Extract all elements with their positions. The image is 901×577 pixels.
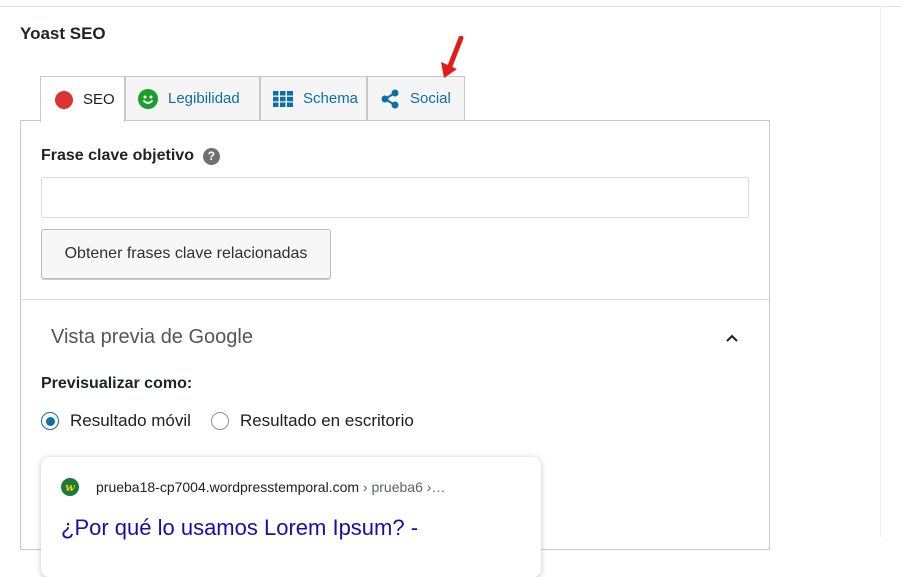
radio-mobile[interactable] bbox=[41, 412, 59, 430]
serp-title: ¿Por qué lo usamos Lorem Ipsum? - bbox=[61, 515, 419, 540]
share-icon bbox=[381, 89, 399, 108]
tab-social-label: Social bbox=[410, 90, 451, 107]
chevron-up-icon[interactable] bbox=[725, 331, 739, 345]
section-divider bbox=[21, 299, 769, 300]
metabox-title: Yoast SEO bbox=[20, 24, 106, 43]
radio-mobile-label[interactable]: Resultado móvil bbox=[70, 411, 191, 431]
tab-social[interactable]: Social bbox=[367, 76, 465, 120]
help-icon[interactable]: ? bbox=[202, 147, 220, 165]
tab-schema-label: Schema bbox=[303, 90, 359, 107]
tab-seo[interactable]: SEO bbox=[40, 76, 125, 122]
tab-legibilidad[interactable]: Legibilidad bbox=[125, 76, 260, 120]
right-divider bbox=[880, 6, 881, 537]
tab-legibilidad-label: Legibilidad bbox=[168, 90, 240, 107]
site-favicon-icon: w bbox=[61, 478, 79, 496]
radio-desktop-label[interactable]: Resultado en escritorio bbox=[240, 411, 414, 431]
serp-preview-card: w prueba18-cp7004.wordpresstemporal.com … bbox=[41, 457, 541, 577]
radio-desktop[interactable] bbox=[210, 412, 229, 430]
top-divider bbox=[0, 6, 901, 7]
red-arrow-annotation-icon bbox=[441, 36, 464, 78]
tab-seo-label: SEO bbox=[83, 91, 115, 108]
grid-icon bbox=[273, 90, 293, 107]
red-dot-icon bbox=[55, 90, 73, 109]
serp-url-line: prueba18-cp7004.wordpresstemporal.com › … bbox=[96, 479, 445, 495]
smiley-icon bbox=[138, 88, 158, 109]
tab-schema[interactable]: Schema bbox=[260, 76, 367, 120]
preview-mode-options: Resultado móvil Resultado en escritorio bbox=[41, 411, 434, 431]
seo-panel: Frase clave objetivo ? Obtener frases cl… bbox=[20, 120, 770, 577]
keyphrase-label: Frase clave objetivo bbox=[41, 147, 194, 164]
serp-url: prueba18-cp7004.wordpresstemporal.com bbox=[96, 479, 360, 495]
keyphrase-input[interactable] bbox=[41, 177, 749, 218]
related-keyphrases-button[interactable]: Obtener frases clave relacionadas bbox=[41, 229, 331, 279]
keyphrase-label-row: Frase clave objetivo ? bbox=[41, 147, 220, 165]
preview-as-label: Previsualizar como: bbox=[41, 375, 193, 392]
google-preview-title[interactable]: Vista previa de Google bbox=[51, 326, 253, 349]
serp-breadcrumb: › prueba6 ›… bbox=[359, 479, 446, 495]
